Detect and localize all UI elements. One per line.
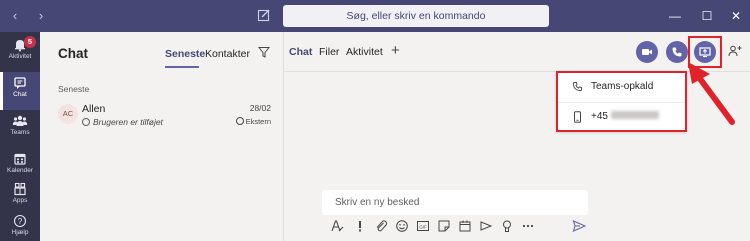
- notification-badge: 5: [24, 36, 36, 48]
- tab-activity[interactable]: Aktivitet: [346, 46, 383, 58]
- rail-label: Aktivitet: [8, 53, 32, 60]
- phone-icon: [572, 81, 583, 92]
- chat-date: 28/02: [249, 103, 271, 113]
- maximize-icon[interactable]: ☐: [700, 8, 714, 24]
- chat-list-item[interactable]: AC Allen Brugeren er tilføjet 28/02 Ekst…: [40, 100, 283, 136]
- tab-contacts[interactable]: Kontakter: [205, 48, 250, 60]
- redacted-number: [610, 111, 659, 119]
- sticker-icon[interactable]: [437, 219, 451, 233]
- tab-recent[interactable]: Seneste: [165, 48, 205, 60]
- minimize-icon[interactable]: —: [668, 8, 682, 24]
- tab-files[interactable]: Filer: [319, 46, 339, 58]
- menu-item-phone-number[interactable]: +45: [558, 102, 685, 130]
- back-arrow-icon[interactable]: ‹: [8, 8, 22, 24]
- rail-label: Apps: [12, 197, 28, 204]
- status-icon: [82, 118, 90, 126]
- chat-preview: Brugeren er tilføjet: [82, 117, 163, 127]
- rail-label: Kalender: [6, 167, 34, 174]
- chat-preview-text: Brugeren er tilføjet: [93, 117, 163, 127]
- section-label: Seneste: [58, 84, 90, 94]
- stream-icon[interactable]: [479, 219, 493, 233]
- title-bar: ‹ › Søg, eller skriv en kommando — ☐ ✕: [0, 0, 750, 32]
- forward-arrow-icon[interactable]: ›: [34, 8, 48, 24]
- phone-icon: [672, 47, 682, 57]
- close-icon[interactable]: ✕: [729, 8, 743, 24]
- menu-item-label: Teams-opkald: [591, 81, 654, 92]
- rail-item-teams[interactable]: Teams: [0, 110, 40, 148]
- teams-icon: [12, 115, 28, 126]
- filter-icon[interactable]: [258, 46, 270, 58]
- avatar: AC: [58, 104, 78, 124]
- app-rail: 5 Aktivitet Chat Teams Kalender Apps ? H…: [0, 32, 40, 241]
- rail-label: Chat: [13, 91, 27, 98]
- apps-icon: [14, 182, 26, 196]
- new-chat-icon[interactable]: [257, 8, 271, 22]
- mobile-icon: [574, 111, 581, 123]
- call-options-menu: Teams-opkald +45: [556, 71, 687, 132]
- external-icon: [235, 117, 244, 125]
- annotation-arrow: [688, 62, 735, 125]
- chat-list-title: Chat: [58, 46, 88, 61]
- add-people-icon[interactable]: [727, 44, 743, 58]
- more-icon[interactable]: [521, 219, 535, 233]
- external-label: Ekstern: [245, 117, 271, 126]
- important-icon[interactable]: [353, 219, 367, 233]
- message-compose-input[interactable]: Skriv en ny besked: [322, 190, 588, 215]
- menu-item-teams-call[interactable]: Teams-opkald: [558, 73, 685, 101]
- search-input[interactable]: Søg, eller skriv en kommando: [283, 5, 549, 27]
- rail-item-chat[interactable]: Chat: [0, 72, 40, 110]
- video-call-button[interactable]: [636, 41, 658, 63]
- emoji-icon[interactable]: [395, 219, 409, 233]
- contact-name: Allen: [82, 103, 106, 115]
- calendar-icon: [14, 153, 26, 165]
- schedule-meeting-icon[interactable]: [458, 219, 472, 233]
- rail-item-activity[interactable]: 5 Aktivitet: [0, 34, 40, 72]
- phone-number-prefix: +45: [591, 111, 608, 122]
- praise-icon[interactable]: [500, 219, 514, 233]
- external-tag: Ekstern: [235, 117, 271, 126]
- chat-list-pane: Chat Seneste Kontakter Seneste AC Allen …: [40, 32, 284, 241]
- gif-icon[interactable]: GIF: [416, 219, 430, 233]
- tab-chat[interactable]: Chat: [289, 46, 312, 58]
- send-icon[interactable]: [572, 219, 586, 233]
- rail-label: Hjælp: [11, 229, 29, 236]
- format-icon[interactable]: [330, 219, 344, 233]
- video-icon: [642, 49, 652, 55]
- rail-item-help[interactable]: ? Hjælp: [0, 210, 40, 241]
- attach-icon[interactable]: [374, 219, 388, 233]
- svg-text:GIF: GIF: [419, 224, 427, 229]
- chat-icon: [14, 77, 26, 89]
- svg-text:?: ?: [18, 217, 23, 226]
- rail-label: Teams: [10, 129, 30, 136]
- help-icon: ?: [13, 214, 27, 228]
- add-tab-icon[interactable]: +: [391, 42, 400, 59]
- active-tab-indicator: [165, 66, 199, 68]
